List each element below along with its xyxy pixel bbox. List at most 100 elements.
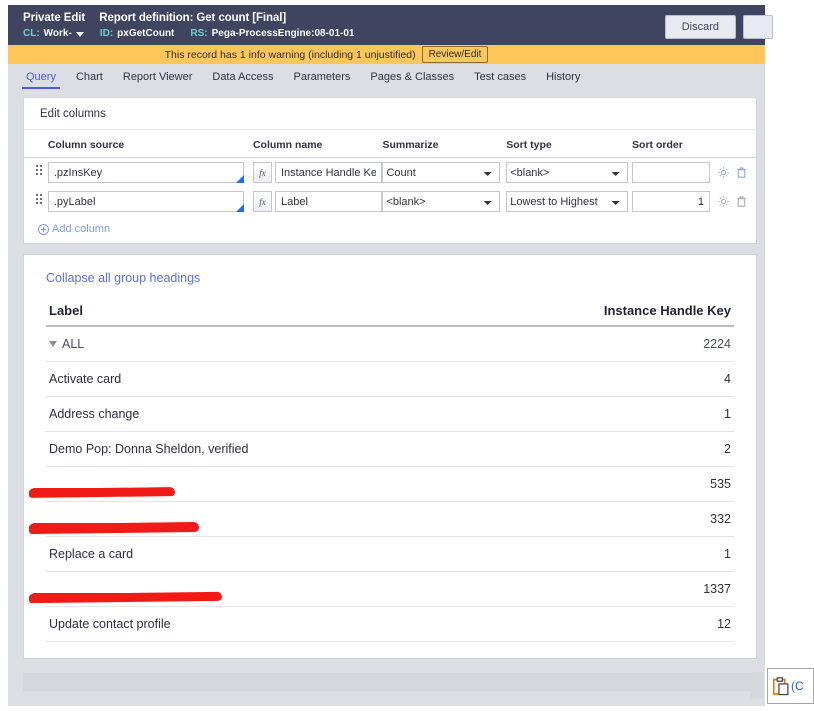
row-label-cell: Address change <box>46 396 462 432</box>
sort-type-select[interactable]: <blank> <box>506 162 629 183</box>
add-column-button[interactable]: Add column <box>24 216 756 243</box>
table-row[interactable]: Update contact profile 12 <box>46 606 734 642</box>
drag-handle-cell <box>24 158 48 188</box>
drag-handle-icon[interactable] <box>36 165 44 177</box>
sort-order-cell <box>632 187 717 216</box>
column-name-input[interactable] <box>274 162 382 183</box>
review-edit-button[interactable]: Review/Edit <box>421 46 489 63</box>
row-actions-cell <box>717 158 756 188</box>
gear-icon[interactable] <box>717 195 730 208</box>
sort-type-header: Sort type <box>506 130 633 158</box>
add-column-label: Add column <box>52 223 111 235</box>
discard-button[interactable]: Discard <box>664 15 736 39</box>
tab-history[interactable]: History <box>536 64 590 89</box>
tab-label: Report Viewer <box>122 70 193 83</box>
row-value-cell: 2 <box>461 431 734 467</box>
paste-options-badge[interactable]: (C <box>767 668 814 704</box>
row-label: ALL <box>62 337 85 351</box>
tab-test-cases[interactable]: Test cases <box>464 64 536 89</box>
page-title: Private Edit Report definition: Get coun… <box>23 11 755 25</box>
edit-columns-header-row: Column source Column name Summarize Sort… <box>24 130 756 158</box>
ruleset-value: Pega-ProcessEngine:08-01-01 <box>211 28 355 39</box>
row-value-cell: 1 <box>461 536 734 572</box>
tab-label: Query <box>26 70 56 83</box>
tab-chart[interactable]: Chart <box>66 64 113 89</box>
row-value-cell: 2224 <box>461 326 734 362</box>
warning-banner: This record has 1 info warning (includin… <box>8 45 765 64</box>
tab-label: Test cases <box>474 70 527 83</box>
column-source-cell <box>47 158 253 188</box>
row-value-cell: 4 <box>461 361 734 397</box>
table-row[interactable]: Address change 1 <box>46 396 734 432</box>
tab-data-access[interactable]: Data Access <box>202 64 283 89</box>
secondary-action-button[interactable] <box>743 15 773 39</box>
bottom-status-strip <box>23 673 757 691</box>
private-edit-label: Private Edit <box>23 12 86 24</box>
results-value-header[interactable]: Instance Handle Key <box>461 303 734 327</box>
table-row[interactable]: 1337 <box>28 571 734 607</box>
summarize-select[interactable]: <blank> <box>382 191 501 212</box>
row-value-cell: 1337 <box>461 571 734 607</box>
tab-label: Chart <box>75 70 103 83</box>
table-row[interactable]: Demo Pop: Donna Sheldon, verified 2 <box>46 431 734 467</box>
query-tab-content: Edit columns Column source Column name S… <box>8 89 765 706</box>
app-root: Private Edit Report definition: Get coun… <box>0 0 814 711</box>
results-label-header[interactable]: Label <box>46 303 462 327</box>
tab-label: Pages & Classes <box>370 70 455 83</box>
column-name-input[interactable] <box>274 191 382 212</box>
table-row[interactable]: 332 <box>28 501 734 537</box>
tab-pages-classes[interactable]: Pages & Classes <box>360 64 464 89</box>
collapse-all-group-headings-link[interactable]: Collapse all group headings <box>46 271 200 285</box>
id-value: pxGetCount <box>117 28 175 39</box>
column-source-cell <box>47 187 253 216</box>
sort-type-select[interactable]: Lowest to Highest <box>506 191 629 212</box>
table-row[interactable]: ALL 2224 <box>46 326 734 362</box>
record-meta: CL: Work- ID: pxGetCount RS: Pega-Proces… <box>23 27 755 40</box>
row-actions-header <box>716 130 756 158</box>
gear-icon[interactable] <box>717 166 730 179</box>
summarize-select[interactable]: Count <box>382 162 501 183</box>
results-panel: Collapse all group headings Label Instan… <box>23 254 757 659</box>
drag-handle-icon[interactable] <box>36 194 44 206</box>
plus-circle-icon <box>38 223 49 235</box>
sort-order-input[interactable] <box>632 191 711 212</box>
redaction-mark <box>31 488 151 495</box>
redaction-mark <box>31 523 171 530</box>
application-frame: Private Edit Report definition: Get coun… <box>8 5 773 706</box>
property-picker-icon[interactable] <box>235 204 244 212</box>
sort-order-cell <box>632 158 717 188</box>
edit-columns-panel: Edit columns Column source Column name S… <box>23 97 757 244</box>
chevron-down-icon[interactable] <box>75 32 84 37</box>
tab-bar: Query Chart Report Viewer Data Access Pa… <box>8 64 765 89</box>
table-row[interactable]: Replace a card 1 <box>46 536 734 572</box>
delete-icon[interactable] <box>735 166 748 179</box>
row-value-cell: 12 <box>461 606 734 642</box>
badge-backdrop <box>751 672 763 698</box>
row-label-cell <box>28 466 462 502</box>
summarize-cell: <blank> <box>382 187 506 216</box>
redaction-mark <box>31 593 196 600</box>
sort-type-cell: <blank> <box>506 158 632 188</box>
row-value-cell: 1 <box>461 396 734 432</box>
row-label-cell: Activate card <box>46 361 462 397</box>
collapse-triangle-icon[interactable] <box>49 341 57 347</box>
column-row: fx <blank> Lowest <box>24 187 756 216</box>
tab-report-viewer[interactable]: Report Viewer <box>113 64 203 89</box>
formula-icon[interactable]: fx <box>252 162 272 183</box>
column-source-input[interactable] <box>47 162 244 183</box>
sort-order-input[interactable] <box>632 162 711 183</box>
table-row[interactable]: 535 <box>28 466 734 502</box>
paste-badge-label: (C <box>791 679 804 693</box>
header-actions: Discard <box>664 15 773 39</box>
results-table: Label Instance Handle Key ALL 2224 Activ… <box>28 303 734 642</box>
delete-icon[interactable] <box>735 195 748 208</box>
row-label-cell: Update contact profile <box>46 606 462 642</box>
table-row[interactable]: Activate card 4 <box>46 361 734 397</box>
row-label-cell <box>28 571 462 607</box>
tab-parameters[interactable]: Parameters <box>284 64 361 89</box>
tab-query[interactable]: Query <box>16 64 66 89</box>
property-picker-icon[interactable] <box>235 175 244 183</box>
formula-icon[interactable]: fx <box>252 191 272 212</box>
column-source-input[interactable] <box>47 191 244 212</box>
column-source-header: Column source <box>47 130 253 158</box>
